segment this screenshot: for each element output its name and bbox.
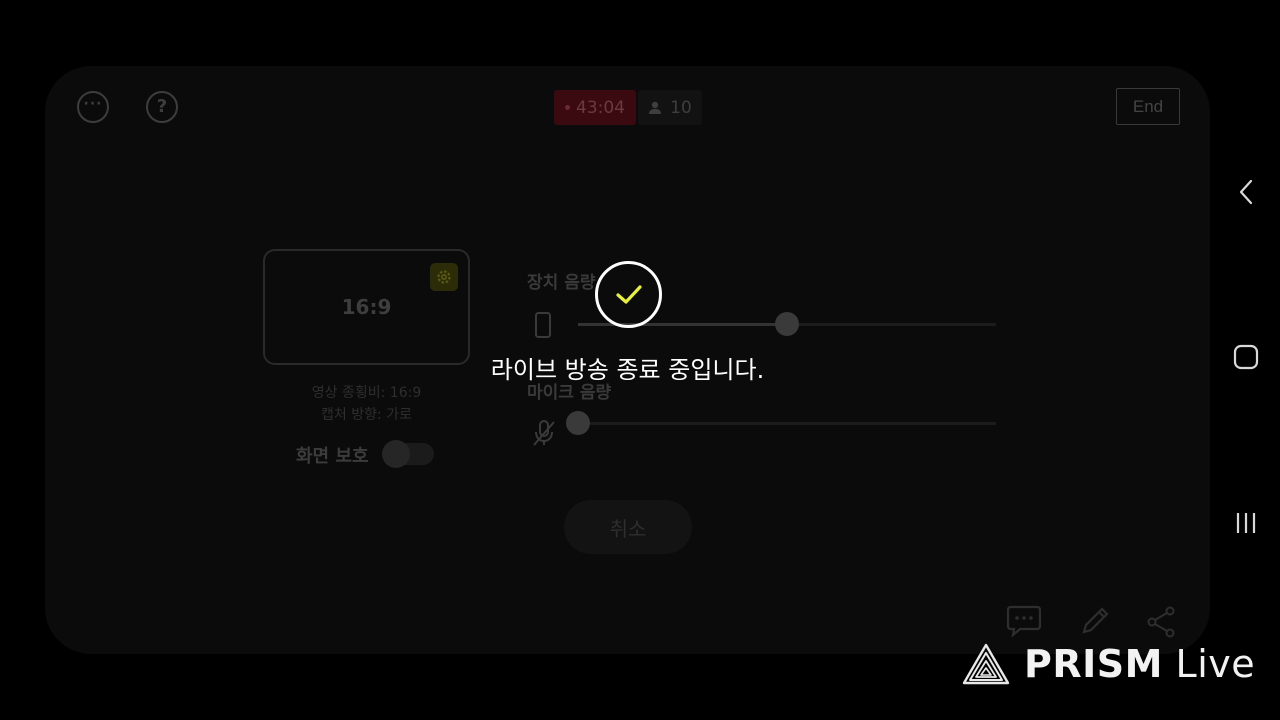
aspect-ratio-label: 16:9 (341, 295, 392, 319)
cancel-button[interactable]: 취소 (564, 500, 692, 554)
mic-muted-icon (533, 420, 555, 446)
prism-live-watermark: PRISM Live (962, 638, 1255, 690)
device-volume-slider[interactable] (775, 312, 799, 336)
aspect-ratio-info: 영상 종횡비: 16:9 (311, 385, 422, 401)
mic-volume-track (578, 422, 996, 425)
nav-back-button[interactable] (1230, 176, 1262, 208)
nav-home-button[interactable] (1230, 341, 1262, 373)
live-timer: 43:04 (576, 97, 625, 118)
watermark-brand: PRISM (1024, 642, 1163, 686)
live-timer-badge: 43:04 (554, 90, 636, 125)
screen-protect-label: 화면 보호 (296, 446, 369, 467)
recents-icon (1236, 513, 1256, 533)
screen-protect-toggle[interactable] (382, 440, 434, 468)
success-indicator (595, 261, 662, 328)
pencil-icon[interactable] (1078, 604, 1112, 638)
preview-thumbnail[interactable]: 16:9 (263, 249, 470, 365)
more-horizontal-icon: ··· (83, 96, 103, 112)
help-question-icon: ? (156, 96, 168, 117)
mic-volume-slider[interactable] (566, 411, 590, 435)
help-button[interactable]: ? (146, 91, 178, 123)
device-volume-fill (578, 323, 787, 326)
nav-recents-button[interactable] (1230, 507, 1262, 539)
share-icon[interactable] (1144, 604, 1178, 640)
preview-settings-button[interactable] (430, 263, 458, 291)
viewer-count: 10 (670, 97, 692, 118)
preview-info: 영상 종횡비: 16:9 캡처 방향: 가로 (263, 382, 470, 426)
capture-direction-info: 캡처 방향: 가로 (321, 407, 412, 423)
check-icon (615, 284, 642, 304)
chevron-left-icon (1239, 179, 1253, 205)
toggle-knob (382, 440, 410, 468)
viewer-count-badge: 10 (638, 90, 702, 125)
watermark-suffix: Live (1175, 642, 1256, 686)
live-dot-icon (565, 105, 570, 110)
ending-broadcast-message: 라이브 방송 종료 중입니다. (490, 356, 765, 384)
more-options-button[interactable]: ··· (77, 91, 109, 123)
person-icon (649, 101, 662, 114)
gear-icon (437, 270, 451, 284)
home-square-icon (1233, 344, 1259, 370)
chat-icon[interactable] (1004, 604, 1044, 640)
phone-icon (535, 312, 551, 338)
screen: ··· ? 43:04 10 End 16:9 영상 종횡비: 16:9 캡처 … (0, 0, 1280, 720)
end-broadcast-button[interactable]: End (1116, 88, 1180, 125)
prism-logo-icon (962, 643, 1010, 685)
device-volume-label: 장치 음량 (527, 273, 596, 293)
